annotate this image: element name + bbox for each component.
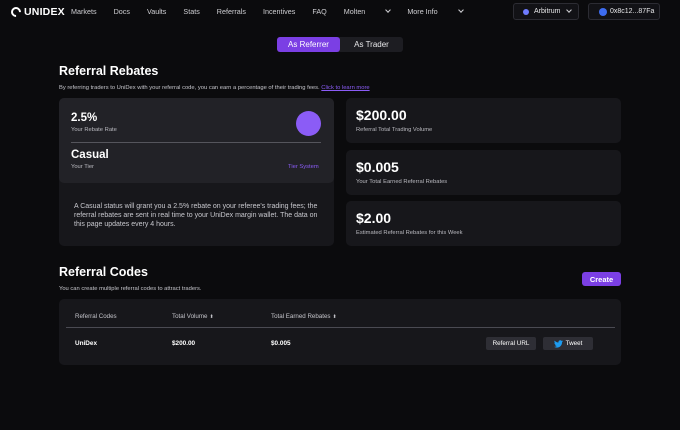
sort-icon: ⬍: [209, 314, 214, 320]
role-toggle: As Referrer As Trader: [277, 37, 403, 52]
rebate-rate-value: 2.5%: [71, 112, 98, 124]
toggle-as-trader[interactable]: As Trader: [340, 37, 403, 52]
stat-label: Referral Total Trading Volume: [356, 127, 433, 133]
nav-link-referrals[interactable]: Referrals: [217, 7, 246, 16]
column-header-code: Referral Codes: [75, 313, 117, 320]
stat-value: $2.00: [356, 210, 392, 226]
nav-link-markets[interactable]: Markets: [71, 7, 97, 16]
network-selector[interactable]: Arbitrum: [513, 3, 579, 20]
brand-name: UNIDEX: [24, 6, 65, 18]
brand-logo[interactable]: UNIDEX: [8, 4, 65, 20]
top-nav: UNIDEX Markets Docs Vaults Stats Referra…: [0, 0, 680, 24]
column-header-rebates-label: Total Earned Rebates: [271, 313, 331, 320]
stat-card-earned: $0.005 Your Total Earned Referral Rebate…: [346, 150, 621, 195]
nav-menu-molten[interactable]: Molten: [343, 7, 392, 16]
nav-links: Markets Docs Vaults Stats Referrals Ince…: [71, 7, 480, 16]
wallet-address: 0x8c12...87Fa: [610, 8, 655, 15]
nav-menu-more-info-label: More Info: [407, 7, 438, 16]
nav-link-docs[interactable]: Docs: [114, 7, 130, 16]
column-header-rebates[interactable]: Total Earned Rebates ⬍: [271, 313, 337, 320]
stat-value: $200.00: [356, 107, 407, 123]
codes-title: Referral Codes: [59, 265, 148, 279]
rebate-rate-panel: [59, 98, 334, 183]
card-divider: [71, 142, 321, 143]
sort-icon: ⬍: [332, 314, 337, 320]
stat-card-weekly: $2.00 Estimated Referral Rebates for thi…: [346, 201, 621, 246]
chevron-down-icon: [385, 7, 392, 13]
learn-more-link[interactable]: Click to learn more: [321, 85, 369, 91]
stat-value: $0.005: [356, 159, 399, 175]
referral-url-button[interactable]: Referral URL: [486, 337, 536, 350]
nav-menu-molten-label: Molten: [343, 7, 366, 16]
stat-card-volume: $200.00 Referral Total Trading Volume: [346, 98, 621, 143]
chevron-down-icon: [457, 7, 464, 13]
codes-subtitle: You can create multiple referral codes t…: [59, 286, 202, 292]
wallet-button[interactable]: 0x8c12...87Fa: [588, 3, 660, 20]
rebates-title: Referral Rebates: [59, 64, 159, 78]
nav-link-vaults[interactable]: Vaults: [147, 7, 166, 16]
column-header-volume[interactable]: Total Volume ⬍: [172, 313, 214, 320]
tier-value: Casual: [71, 149, 109, 161]
rebates-subtitle: By referring traders to UniDex with your…: [59, 85, 370, 91]
unidex-logo-icon: [8, 4, 24, 20]
nav-link-incentives[interactable]: Incentives: [263, 7, 295, 16]
nav-link-faq[interactable]: FAQ: [312, 7, 326, 16]
tier-label: Your Tier: [71, 164, 94, 170]
table-divider: [66, 327, 615, 328]
rebate-rate-label: Your Rebate Rate: [71, 127, 117, 133]
nav-link-stats[interactable]: Stats: [183, 7, 199, 16]
tweet-button[interactable]: Tweet: [543, 337, 593, 350]
rebates-subtitle-text: By referring traders to UniDex with your…: [59, 85, 320, 91]
column-header-volume-label: Total Volume: [172, 313, 208, 320]
nav-menu-more-info[interactable]: More Info: [407, 7, 464, 16]
rebate-description: A Casual status will grant you a 2.5% re…: [74, 203, 318, 228]
row-code: UniDex: [75, 340, 98, 347]
toggle-as-referrer[interactable]: As Referrer: [277, 37, 340, 52]
arbitrum-icon: [523, 8, 529, 15]
create-code-button[interactable]: Create: [582, 272, 621, 286]
stat-label: Your Total Earned Referral Rebates: [356, 179, 448, 185]
twitter-icon: [553, 339, 563, 348]
stat-label: Estimated Referral Rebates for this Week: [356, 230, 463, 236]
tier-system-link[interactable]: Tier System: [288, 164, 319, 170]
tweet-button-label: Tweet: [565, 340, 583, 347]
row-volume: $200.00: [172, 340, 196, 347]
codes-table: [59, 299, 621, 365]
network-name: Arbitrum: [534, 8, 561, 15]
tier-badge-icon: [296, 111, 321, 136]
wallet-avatar-icon: [599, 7, 607, 16]
row-rebates: $0.005: [271, 340, 291, 347]
chevron-down-icon: [566, 6, 573, 13]
